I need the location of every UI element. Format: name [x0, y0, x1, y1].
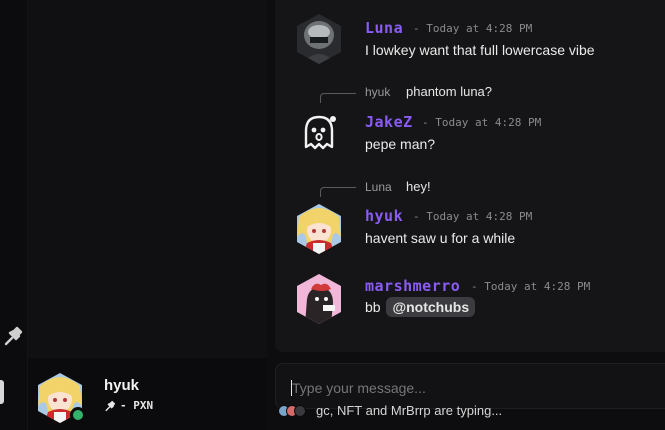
- message-composer: gc, NFT and MrBrrp are typing...: [275, 360, 665, 430]
- online-status-dot: [70, 407, 86, 423]
- typing-avatars: [278, 404, 306, 417]
- custom-status: - PXN: [104, 399, 153, 412]
- pin-icon[interactable]: [2, 325, 24, 347]
- reply-author[interactable]: hyuk: [365, 85, 390, 99]
- selected-server-indicator: [0, 380, 4, 404]
- message-author[interactable]: JakeZ: [365, 113, 413, 131]
- ghost-face-avatar[interactable]: [293, 107, 345, 159]
- message-text: pepe man?: [365, 136, 436, 152]
- message-text: I lowkey want that full lowercase vibe: [365, 42, 595, 58]
- message-text: bb @notchubs: [365, 297, 476, 317]
- reply-connector: [320, 187, 356, 197]
- message-body: bb: [365, 299, 381, 315]
- anime-girl-avatar[interactable]: [293, 203, 345, 255]
- message-author[interactable]: marshmerro: [365, 277, 460, 295]
- server-rail: [0, 0, 28, 430]
- typing-user-avatar: [294, 404, 306, 417]
- message-author[interactable]: hyuk: [365, 207, 403, 225]
- pin-icon: [105, 400, 116, 411]
- reply-author[interactable]: Luna: [365, 180, 392, 194]
- masked-figure-avatar[interactable]: [293, 13, 345, 65]
- message-author[interactable]: Luna: [365, 19, 403, 37]
- message-timestamp: - Today at 4:28 PM: [422, 116, 542, 129]
- reply-text[interactable]: hey!: [406, 179, 431, 194]
- message-timestamp: - Today at 4:28 PM: [413, 22, 533, 35]
- typing-indicator: gc, NFT and MrBrrp are typing...: [278, 403, 502, 418]
- typing-text: gc, NFT and MrBrrp are typing...: [316, 403, 503, 418]
- user-mention[interactable]: @notchubs: [386, 297, 476, 317]
- reply-connector: [320, 93, 356, 103]
- reply-text[interactable]: phantom luna?: [406, 84, 492, 99]
- chat-panel: Luna - Today at 4:28 PM I lowkey want th…: [275, 0, 665, 352]
- user-panel: hyuk - PXN: [28, 358, 267, 430]
- username: hyuk: [104, 377, 140, 394]
- message-timestamp: - Today at 4:28 PM: [471, 280, 591, 293]
- message-timestamp: - Today at 4:28 PM: [413, 210, 533, 223]
- message-input[interactable]: [290, 374, 660, 402]
- channel-list: [28, 0, 267, 358]
- message-text: havent saw u for a while: [365, 230, 516, 246]
- pink-creature-avatar[interactable]: [293, 273, 345, 325]
- custom-status-text: - PXN: [120, 399, 154, 412]
